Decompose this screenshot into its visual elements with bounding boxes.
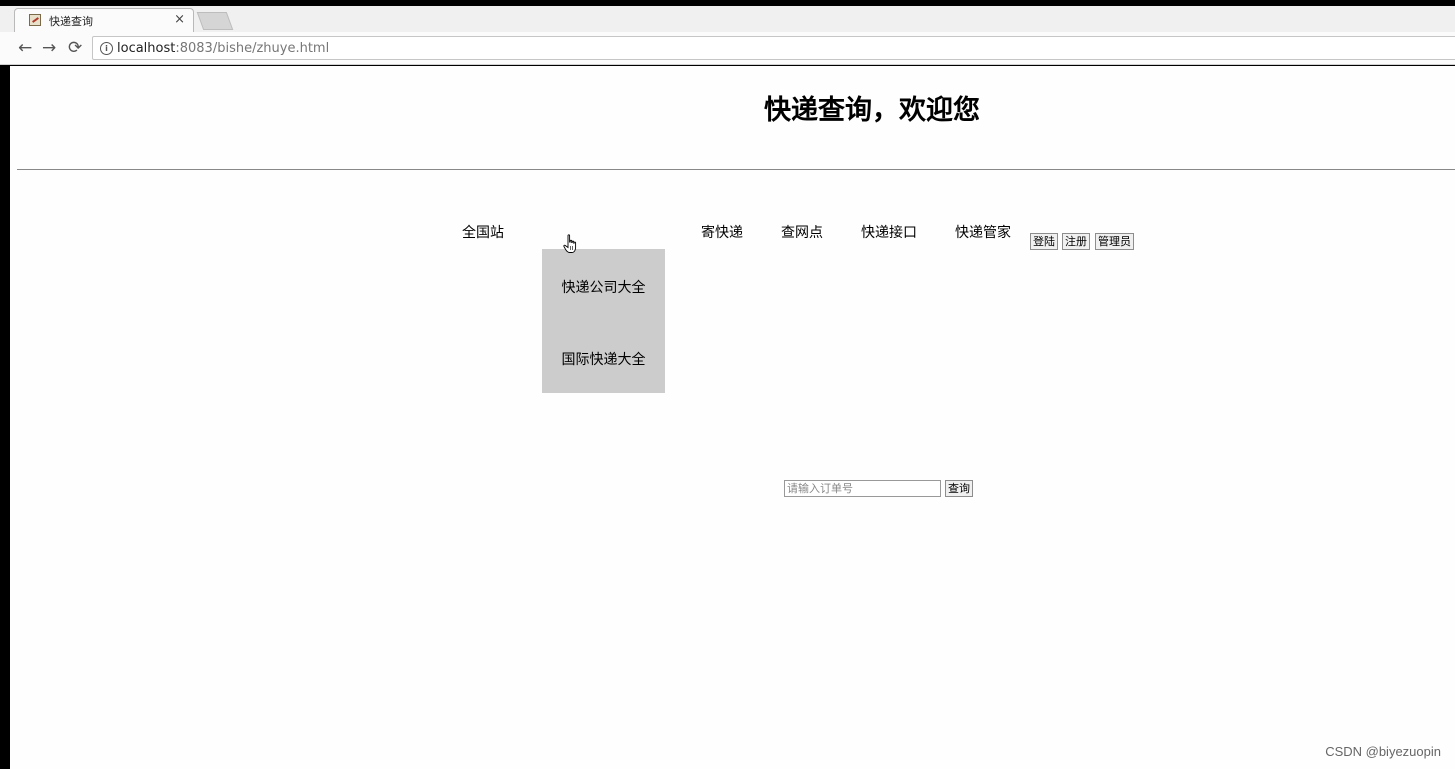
page-content: 快递查询，欢迎您 全国站 寄快递 查网点 快递接口 快递管家 快递公司大全 国际… [10,66,1455,769]
address-bar[interactable]: i localhost:8083/bishe/zhuye.html [92,36,1455,60]
hand-cursor-icon [563,234,577,253]
url-text[interactable]: localhost:8083/bishe/zhuye.html [117,41,329,56]
search-button[interactable]: 查询 [945,480,973,497]
browser-toolbar: ← → ⟳ i localhost:8083/bishe/zhuye.html [0,32,1455,65]
tab-title: 快递查询 [49,15,93,28]
nav-link-manager[interactable]: 快递管家 [955,222,1011,242]
csdn-watermark: CSDN @biyezuopin [1325,744,1441,759]
url-host: localhost [117,41,176,56]
info-icon[interactable]: i [100,42,113,55]
dropdown-menu: 快递公司大全 国际快递大全 [542,249,665,393]
dropdown-item-international[interactable]: 国际快递大全 [542,349,665,369]
nav-link-outlets[interactable]: 查网点 [781,222,823,242]
tab-strip: 快递查询 × [0,6,1455,32]
order-number-input[interactable] [784,480,941,497]
nav-link-national[interactable]: 全国站 [462,222,504,242]
dropdown-item-companies[interactable]: 快递公司大全 [542,277,665,297]
nav-link-api[interactable]: 快递接口 [861,222,917,242]
url-path: :8083/bishe/zhuye.html [175,41,330,56]
register-button[interactable]: 注册 [1062,233,1090,250]
login-button[interactable]: 登陆 [1030,233,1058,250]
close-tab-icon[interactable]: × [174,12,185,27]
admin-button[interactable]: 管理员 [1095,233,1134,250]
back-arrow-icon[interactable]: ← [18,38,32,58]
nav-link-send[interactable]: 寄快递 [701,222,743,242]
favicon-icon [29,14,41,26]
reload-icon[interactable]: ⟳ [68,38,82,58]
new-tab-button[interactable] [196,12,234,30]
browser-tab[interactable]: 快递查询 × [14,8,194,32]
forward-arrow-icon[interactable]: → [42,38,56,58]
horizontal-divider [17,169,1455,170]
page-title: 快递查询，欢迎您 [764,95,980,126]
